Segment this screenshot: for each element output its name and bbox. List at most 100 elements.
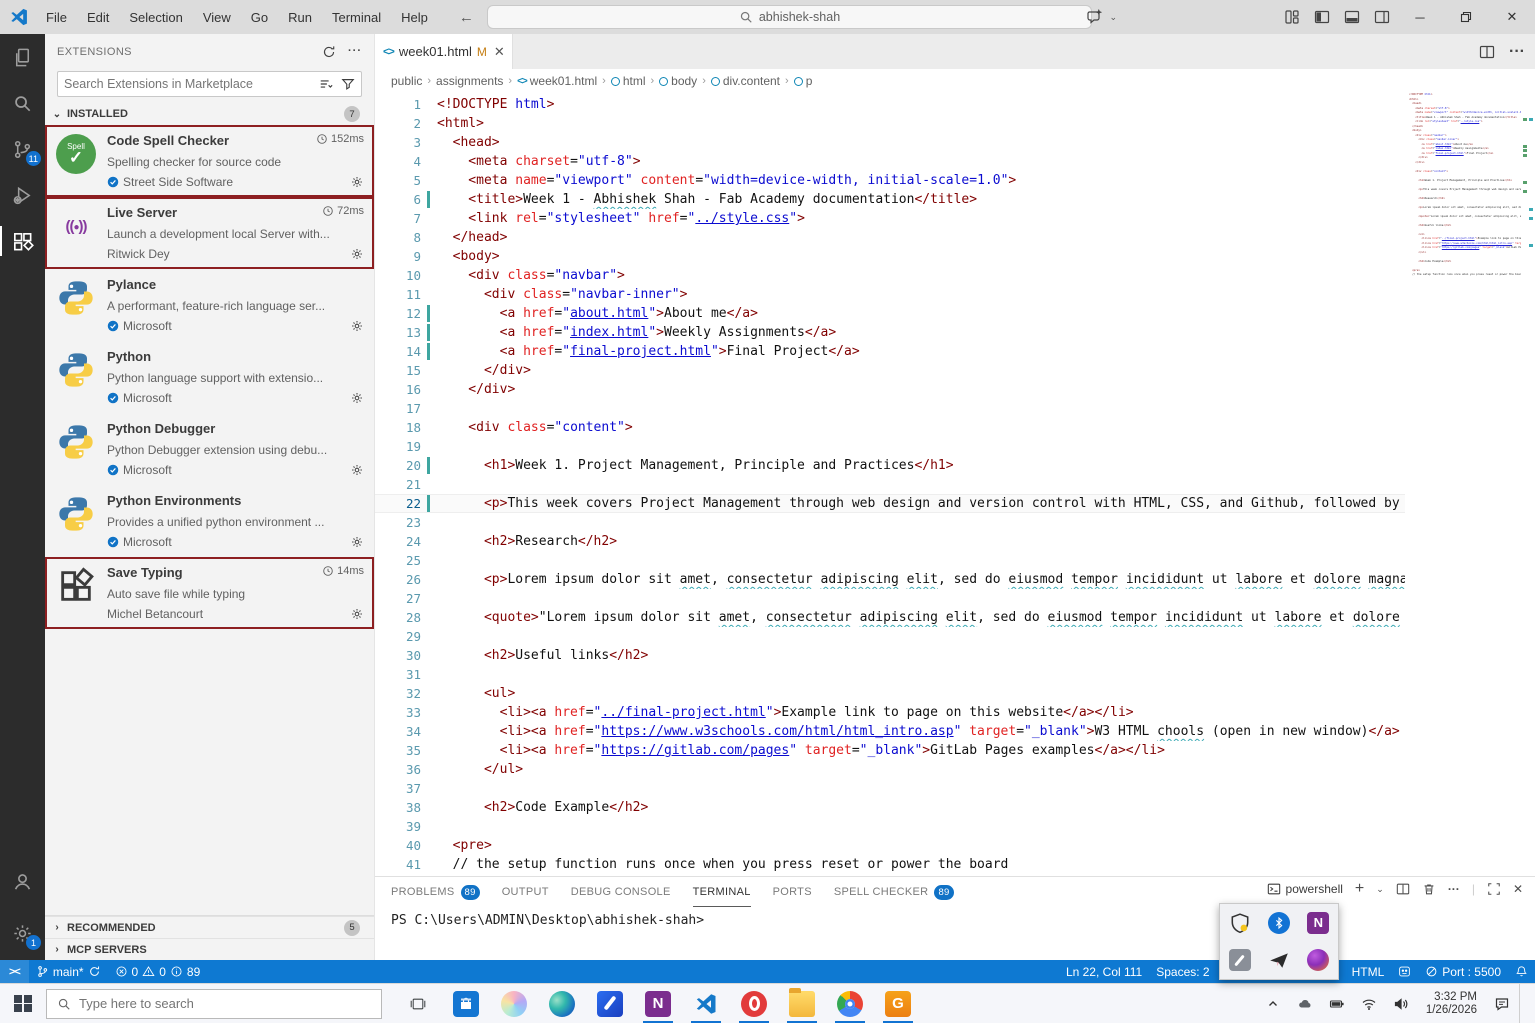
show-desktop-strip[interactable] — [1519, 984, 1531, 1023]
extension-manage-gear[interactable] — [350, 319, 364, 333]
extension-item-python-environments[interactable]: Python Environments Provides a unified py… — [45, 485, 374, 557]
code-line[interactable]: 6 <title>Week 1 - Abhishek Shah - Fab Ac… — [375, 190, 1405, 209]
taskbar-search-input[interactable]: Type here to search — [46, 988, 382, 1019]
toggle-panel-icon[interactable] — [1337, 4, 1367, 30]
taskbar-app-store[interactable] — [444, 984, 488, 1023]
extension-manage-gear[interactable] — [350, 535, 364, 549]
extension-gear-icon[interactable] — [350, 319, 364, 333]
code-line[interactable]: 14 <a href="final-project.html">Final Pr… — [375, 342, 1405, 361]
extension-manage-gear[interactable] — [350, 247, 364, 261]
cursor-position-item[interactable]: Ln 22, Col 111 — [1059, 960, 1149, 983]
code-line[interactable]: 24 <h2>Research</h2> — [375, 532, 1405, 551]
feedback-smiley-icon[interactable] — [1391, 960, 1418, 983]
hidden-icons-chevron[interactable] — [1258, 984, 1288, 1023]
taskbar-app-chrome[interactable] — [828, 984, 872, 1023]
code-line[interactable]: 2 <html> — [375, 114, 1405, 133]
activitybar-extensions[interactable] — [0, 218, 45, 264]
code-line[interactable]: 38 <h2>Code Example</h2> — [375, 798, 1405, 817]
command-center-search[interactable]: abhishek-shah — [487, 5, 1092, 29]
new-terminal-icon[interactable]: + — [1355, 880, 1364, 898]
code-line[interactable]: 33 <li><a href="../final-project.html">E… — [375, 703, 1405, 722]
tray-flyout-telegram-icon[interactable] — [1259, 942, 1298, 980]
taskbar-app-explorer[interactable] — [780, 984, 824, 1023]
extensions-search-input[interactable]: Search Extensions in Marketplace — [57, 71, 362, 97]
breadcrumb-item-week01html[interactable]: <> week01.html — [517, 74, 597, 88]
mcp-servers-section-header[interactable]: › MCP SERVERS — [45, 938, 374, 960]
code-line[interactable]: 31 — [375, 665, 1405, 684]
notifications-bell-icon[interactable] — [1508, 960, 1535, 983]
refresh-extensions-icon[interactable] — [322, 45, 336, 59]
code-area[interactable]: 1 <!DOCTYPE html> 2 <html> 3 <head> 4 <meta c… — [375, 95, 1405, 876]
code-line[interactable]: 40 <pre> — [375, 836, 1405, 855]
code-line[interactable]: 20 <h1>Week 1. Project Management, Princ… — [375, 456, 1405, 475]
code-line[interactable]: 28 <quote>"Lorem ipsum dolor sit amet, c… — [375, 608, 1405, 627]
activitybar-source-control[interactable]: 11 — [0, 126, 45, 172]
code-line[interactable]: 3 <head> — [375, 133, 1405, 152]
code-line[interactable]: 5 <meta name="viewport" content="width=d… — [375, 171, 1405, 190]
extension-item-live-server[interactable]: ((●)) Live Server 72ms Launch a development… — [45, 197, 374, 269]
tray-flyout-security-shield-icon[interactable] — [1220, 904, 1259, 942]
activitybar-run-debug[interactable] — [0, 172, 45, 218]
close-panel-icon[interactable]: ✕ — [1513, 882, 1523, 896]
code-line[interactable]: 35 <li><a href="https://gitlab.com/pages… — [375, 741, 1405, 760]
tray-flyout-bluetooth-icon[interactable] — [1259, 904, 1298, 942]
language-mode-item[interactable]: HTML — [1345, 960, 1392, 983]
code-line[interactable]: 39 — [375, 817, 1405, 836]
close-button[interactable]: ✕ — [1489, 0, 1535, 34]
code-line[interactable]: 17 — [375, 399, 1405, 418]
tray-flyout-onenote-icon[interactable]: N — [1299, 904, 1338, 942]
activitybar-account[interactable] — [0, 858, 45, 904]
panel-tab-ports[interactable]: PORTS — [773, 877, 812, 907]
taskbar-clock[interactable]: 3:32 PM 1/26/2026 — [1418, 991, 1485, 1017]
code-line[interactable]: 19 — [375, 437, 1405, 456]
panel-tab-terminal[interactable]: TERMINAL — [692, 877, 751, 907]
panel-tab-output[interactable]: OUTPUT — [502, 877, 549, 907]
menu-go[interactable]: Go — [242, 6, 277, 29]
code-line[interactable]: 29 — [375, 627, 1405, 646]
tab-week01-html[interactable]: <> week01.html M ✕ — [375, 34, 513, 69]
indentation-item[interactable]: Spaces: 2 — [1149, 960, 1216, 983]
filter-funnel-icon[interactable] — [341, 77, 355, 91]
code-line[interactable]: 37 — [375, 779, 1405, 798]
code-line[interactable]: 32 <ul> — [375, 684, 1405, 703]
activitybar-settings[interactable]: 1 — [0, 910, 45, 956]
maximize-panel-icon[interactable] — [1487, 882, 1501, 896]
breadcrumb-item-public[interactable]: public — [391, 74, 422, 88]
menu-selection[interactable]: Selection — [120, 6, 191, 29]
wifi-icon[interactable] — [1354, 984, 1384, 1023]
breadcrumb-item-assignments[interactable]: assignments — [436, 74, 503, 88]
git-branch-item[interactable]: main* — [29, 960, 108, 983]
filter-lines-icon[interactable] — [319, 77, 333, 91]
panel-tab-problems[interactable]: PROBLEMS 89 — [391, 877, 480, 907]
taskbar-app-copilot[interactable] — [492, 984, 536, 1023]
breadcrumb-item-divcontent[interactable]: div.content — [710, 74, 780, 88]
code-line[interactable]: 7 <link rel="stylesheet" href="../style.… — [375, 209, 1405, 228]
code-line[interactable]: 16 </div> — [375, 380, 1405, 399]
code-line[interactable]: 25 — [375, 551, 1405, 570]
code-line[interactable]: 13 <a href="index.html">Weekly Assignmen… — [375, 323, 1405, 342]
taskbar-app-vscode[interactable] — [684, 984, 728, 1023]
code-line[interactable]: 9 <body> — [375, 247, 1405, 266]
views-more-actions-icon[interactable]: ··· — [348, 45, 362, 59]
code-line[interactable]: 11 <div class="navbar-inner"> — [375, 285, 1405, 304]
editor-more-actions-icon[interactable]: ··· — [1509, 43, 1525, 61]
copilot-dropdown-icon[interactable]: ⌄ — [1109, 12, 1117, 23]
extension-gear-icon[interactable] — [350, 607, 364, 621]
extension-item-python-debugger[interactable]: Python Debugger Python Debugger extension… — [45, 413, 374, 485]
panel-more-actions-icon[interactable]: ··· — [1448, 882, 1460, 896]
taskbar-app-task-view[interactable] — [396, 984, 440, 1023]
code-line[interactable]: 12 <a href="about.html">About me</a> — [375, 304, 1405, 323]
problems-item[interactable]: 0 0 89 — [108, 960, 208, 983]
restore-button[interactable] — [1443, 0, 1489, 34]
extension-manage-gear[interactable] — [350, 391, 364, 405]
minimize-button[interactable]: ─ — [1397, 0, 1443, 34]
code-line[interactable]: 27 — [375, 589, 1405, 608]
code-line[interactable]: 15 </div> — [375, 361, 1405, 380]
code-line[interactable]: 30 <h2>Useful links</h2> — [375, 646, 1405, 665]
menu-view[interactable]: View — [194, 6, 240, 29]
taskbar-app-onenote[interactable]: N — [636, 984, 680, 1023]
tray-flyout-snip-icon[interactable] — [1220, 942, 1259, 980]
code-line[interactable]: 41 // the setup function runs once when … — [375, 855, 1405, 874]
toggle-secondary-sidebar-icon[interactable] — [1367, 4, 1397, 30]
action-center-icon[interactable] — [1487, 984, 1517, 1023]
